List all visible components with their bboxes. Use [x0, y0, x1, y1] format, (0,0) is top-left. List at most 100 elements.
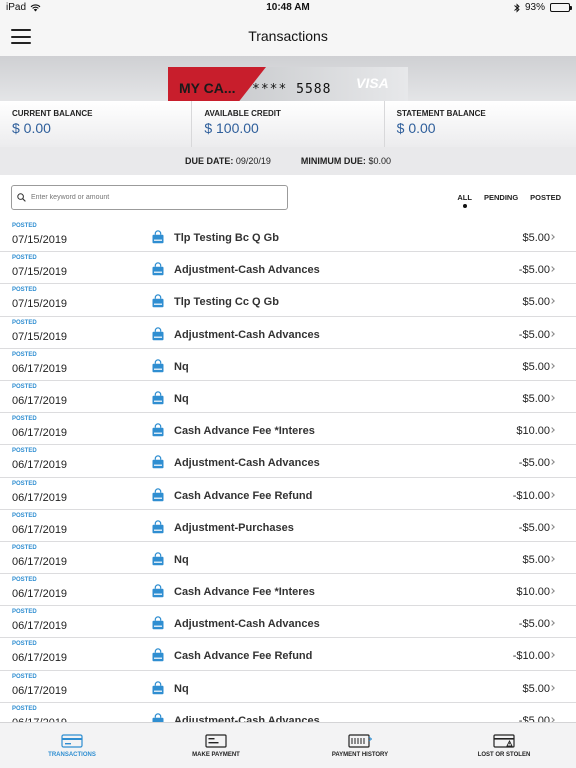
transaction-amount: $5.00	[522, 682, 550, 695]
transaction-date: 06/17/2019	[12, 652, 68, 665]
transaction-row[interactable]: POSTED 06/17/2019 Nq $5.00	[0, 349, 576, 381]
search-input[interactable]	[31, 194, 271, 201]
transaction-date: 07/15/2019	[12, 266, 68, 279]
transaction-description: Adjustment-Cash Advances	[174, 714, 320, 722]
transaction-description: Adjustment-Cash Advances	[174, 328, 320, 341]
transaction-date: 06/17/2019	[12, 620, 68, 633]
transaction-date: 06/17/2019	[12, 427, 68, 440]
hamburger-menu-icon[interactable]	[11, 29, 31, 44]
shopping-bag-icon	[152, 230, 164, 244]
transaction-row[interactable]: POSTED 06/17/2019 Adjustment-Purchases -…	[0, 510, 576, 542]
transaction-row[interactable]: POSTED 07/15/2019 Adjustment-Cash Advanc…	[0, 252, 576, 285]
payment-history-icon	[348, 733, 372, 748]
statement-balance-label: STATEMENT BALANCE	[396, 109, 486, 118]
transaction-description: Cash Advance Fee Refund	[174, 489, 313, 502]
transaction-row[interactable]: POSTED 07/15/2019 Tlp Testing Bc Q Gb $5…	[0, 220, 576, 253]
shopping-bag-icon	[152, 262, 164, 276]
transaction-status: POSTED	[12, 609, 37, 616]
available-credit-value: $ 100.00	[204, 120, 259, 136]
transaction-status: POSTED	[12, 255, 37, 262]
transaction-date: 07/15/2019	[12, 330, 68, 343]
transaction-row[interactable]: POSTED 06/17/2019 Cash Advance Fee Refun…	[0, 478, 576, 510]
filter-all[interactable]: ALL	[457, 193, 472, 202]
status-bar: iPad 10:48 AM 93%	[0, 0, 576, 16]
transaction-amount: -$5.00	[518, 618, 550, 631]
card-name: MY CA...	[179, 80, 236, 96]
transaction-row[interactable]: POSTED 06/17/2019 Cash Advance Fee *Inte…	[0, 574, 576, 607]
shopping-bag-icon	[152, 391, 164, 405]
due-date-label: DUE DATE:	[185, 156, 234, 166]
chevron-right-icon	[549, 298, 555, 305]
transaction-row[interactable]: POSTED 07/15/2019 Tlp Testing Cc Q Gb $5…	[0, 284, 576, 317]
chevron-right-icon	[549, 427, 555, 433]
search-icon	[17, 193, 26, 202]
tab-lost-or-stolen[interactable]: LOST OR STOLEN	[432, 723, 576, 768]
transaction-row[interactable]: POSTED 06/17/2019 Adjustment-Cash Advanc…	[0, 445, 576, 478]
statement-balance: STATEMENT BALANCE $ 0.00	[385, 101, 576, 147]
transaction-status: POSTED	[12, 480, 37, 487]
transaction-description: Nq	[174, 392, 189, 405]
tab-make-payment-label: MAKE PAYMENT	[192, 751, 240, 758]
chevron-right-icon	[549, 588, 555, 594]
tab-transactions[interactable]: TRANSACTIONS	[0, 723, 144, 768]
transaction-row[interactable]: POSTED 06/17/2019 Nq $5.00	[0, 381, 576, 414]
filter-pending[interactable]: PENDING	[484, 193, 518, 202]
chevron-right-icon	[549, 684, 555, 691]
transaction-row[interactable]: POSTED 06/17/2019 Cash Advance Fee *Inte…	[0, 413, 576, 446]
chevron-right-icon	[549, 523, 555, 530]
transaction-row[interactable]: POSTED 06/17/2019 Cash Advance Fee Refun…	[0, 638, 576, 671]
transaction-status: POSTED	[12, 383, 37, 390]
shopping-bag-icon	[152, 455, 164, 469]
chevron-right-icon	[549, 266, 555, 273]
statement-balance-value: $ 0.00	[396, 120, 436, 136]
transaction-amount: -$5.00	[518, 457, 550, 470]
due-date-value: 09/20/19	[235, 156, 271, 166]
transaction-date: 07/15/2019	[12, 234, 68, 246]
status-time: 10:48 AM	[266, 2, 310, 13]
transaction-amount: $5.00	[522, 392, 550, 405]
card-banner: MY CA... **** 5588 VISA	[0, 56, 576, 101]
filter-posted[interactable]: POSTED	[530, 193, 561, 202]
current-balance-value: $ 0.00	[12, 120, 51, 136]
tab-make-payment[interactable]: MAKE PAYMENT	[144, 723, 288, 768]
transaction-status: POSTED	[12, 448, 37, 455]
transaction-amount: -$10.00	[512, 650, 550, 663]
shopping-bag-icon	[152, 648, 164, 662]
transaction-date: 06/17/2019	[12, 491, 68, 504]
chevron-right-icon	[549, 330, 555, 337]
tab-payment-history[interactable]: PAYMENT HISTORY	[288, 723, 432, 768]
transaction-list[interactable]: POSTED 07/15/2019 Tlp Testing Bc Q Gb $5…	[0, 220, 576, 722]
transaction-amount: $10.00	[516, 586, 550, 599]
tab-bar: TRANSACTIONS MAKE PAYMENT PAYMENT HISTOR…	[0, 722, 576, 768]
shopping-bag-icon	[152, 487, 164, 501]
transaction-date: 07/15/2019	[12, 298, 68, 311]
chevron-right-icon	[549, 556, 555, 562]
transaction-description: Adjustment-Purchases	[174, 521, 294, 534]
bluetooth-icon	[514, 2, 520, 13]
transaction-description: Cash Advance Fee Refund	[174, 650, 313, 663]
battery-icon	[550, 3, 572, 12]
transaction-date: 06/17/2019	[12, 394, 68, 407]
transaction-row[interactable]: POSTED 06/17/2019 Adjustment-Cash Advanc…	[0, 703, 576, 722]
shopping-bag-icon	[152, 616, 164, 630]
transaction-amount: $5.00	[522, 553, 550, 566]
transaction-description: Nq	[174, 682, 189, 695]
transaction-amount: $10.00	[516, 425, 550, 438]
transaction-row[interactable]: POSTED 06/17/2019 Nq $5.00	[0, 671, 576, 703]
transaction-description: Adjustment-Cash Advances	[174, 618, 320, 631]
transaction-description: Tlp Testing Cc Q Gb	[174, 296, 279, 309]
transaction-row[interactable]: POSTED 06/17/2019 Nq $5.00	[0, 542, 576, 575]
shopping-bag-icon	[152, 423, 164, 437]
transaction-date: 06/17/2019	[12, 555, 68, 568]
credit-card-image[interactable]: MY CA... **** 5588 VISA	[168, 67, 408, 101]
chevron-right-icon	[549, 620, 555, 627]
transaction-row[interactable]: POSTED 06/17/2019 Adjustment-Cash Advanc…	[0, 606, 576, 639]
transaction-description: Cash Advance Fee *Interes	[174, 425, 315, 438]
transaction-row[interactable]: POSTED 07/15/2019 Adjustment-Cash Advanc…	[0, 317, 576, 349]
transaction-status: POSTED	[12, 673, 37, 680]
search-box[interactable]	[11, 185, 288, 210]
transaction-description: Tlp Testing Bc Q Gb	[174, 232, 279, 244]
minimum-due: MINIMUM DUE: $0.00	[301, 156, 391, 166]
transaction-amount: -$5.00	[518, 264, 550, 277]
transaction-status: POSTED	[12, 287, 37, 294]
